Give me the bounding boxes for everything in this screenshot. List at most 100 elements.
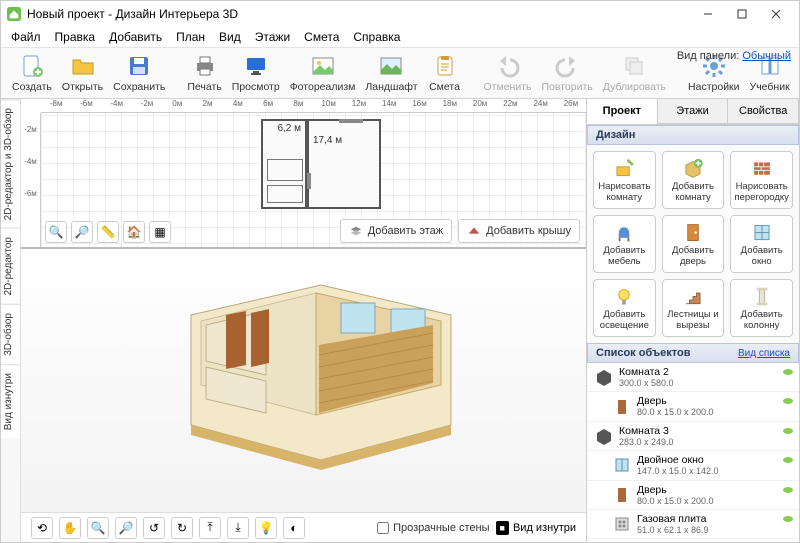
monitor-icon <box>243 53 269 79</box>
view-panel-link[interactable]: Обычный <box>742 50 791 62</box>
rotate-r-icon[interactable]: ↻ <box>171 517 193 539</box>
zoom-out-3d[interactable]: 🔎 <box>115 517 137 539</box>
object-dims: 51.0 x 62.1 x 86.9 <box>637 525 709 535</box>
object-dims: 80.0 x 15.0 x 200.0 <box>637 407 714 417</box>
pencil-room-icon <box>613 158 635 179</box>
menu-view[interactable]: Вид <box>213 28 247 46</box>
tilt-up-icon[interactable]: ⤒ <box>199 517 221 539</box>
save-button[interactable]: Сохранить <box>108 50 170 96</box>
room-icon <box>595 368 613 386</box>
tab-floors[interactable]: Этажи <box>657 98 729 124</box>
orbit-icon[interactable]: ⟲ <box>31 517 53 539</box>
objects-header: Список объектов Вид списка <box>587 343 799 363</box>
box-plus-icon <box>682 158 704 179</box>
menu-estimate[interactable]: Смета <box>298 28 345 46</box>
room-icon <box>595 427 613 445</box>
view-panel-text: Вид панели: <box>677 50 739 62</box>
window-icon <box>751 222 773 243</box>
home-icon[interactable]: 🏠 <box>123 221 145 243</box>
visibility-toggle[interactable] <box>783 457 793 463</box>
viewtab-inside[interactable]: Вид изнутри <box>1 364 20 438</box>
room-area-b: 17,4 м <box>313 135 375 146</box>
redo-icon <box>554 53 580 79</box>
object-name: Дверь <box>637 395 714 407</box>
maximize-button[interactable] <box>725 3 759 25</box>
redo-button[interactable]: Повторить <box>537 50 598 96</box>
rotate-l-icon[interactable]: ↺ <box>143 517 165 539</box>
photoreal-button[interactable]: Фотореализм <box>285 50 361 96</box>
inside-view-button[interactable]: ■Вид изнутри <box>496 521 576 535</box>
visibility-toggle[interactable] <box>783 369 793 375</box>
card-add-window[interactable]: Добавить окно <box>730 215 793 273</box>
print-button[interactable]: Печать <box>182 50 226 96</box>
menu-plan[interactable]: План <box>170 28 211 46</box>
object-item[interactable]: Дверь80.0 x 15.0 x 200.0 <box>587 392 799 421</box>
pane-2d[interactable]: -8м-6м-4м-2м0м2м4м6м8м10м12м14м16м18м20м… <box>21 99 586 249</box>
object-item[interactable]: Комната 2300.0 x 580.0 <box>587 363 799 392</box>
object-item[interactable]: Газовая плита51.0 x 62.1 x 86.9 <box>587 510 799 539</box>
zoom-in-3d[interactable]: 🔍 <box>87 517 109 539</box>
visibility-toggle[interactable] <box>783 516 793 522</box>
open-button[interactable]: Открыть <box>57 50 108 96</box>
menu-help[interactable]: Справка <box>347 28 406 46</box>
menu-floors[interactable]: Этажи <box>249 28 296 46</box>
minimize-button[interactable] <box>691 3 725 25</box>
zoom-out-2d[interactable]: 🔎 <box>71 221 93 243</box>
viewtab-2d[interactable]: 2D-редактор <box>1 228 20 304</box>
light-icon[interactable]: 💡 <box>255 517 277 539</box>
transparent-walls-checkbox[interactable]: Прозрачные стены <box>377 522 489 534</box>
save-icon <box>126 53 152 79</box>
visibility-toggle[interactable] <box>783 398 793 404</box>
menu-add[interactable]: Добавить <box>103 28 168 46</box>
visibility-toggle[interactable] <box>783 487 793 493</box>
object-item[interactable]: Комната 7 <box>587 539 799 542</box>
card-add-column[interactable]: Добавить колонну <box>730 279 793 337</box>
objects-view-link[interactable]: Вид списка <box>738 348 790 359</box>
card-add-room[interactable]: Добавить комнату <box>662 151 725 209</box>
tab-properties[interactable]: Свойства <box>727 98 799 124</box>
window-icon <box>613 456 631 474</box>
picture-icon <box>310 53 336 79</box>
object-item[interactable]: Дверь80.0 x 15.0 x 200.0 <box>587 481 799 510</box>
menu-edit[interactable]: Правка <box>49 28 102 46</box>
view-button[interactable]: Просмотр <box>227 50 285 96</box>
object-item[interactable]: Комната 3283.0 x 249.0 <box>587 422 799 451</box>
object-dims: 147.0 x 15.0 x 142.0 <box>637 466 719 476</box>
camera-icon: ■ <box>496 521 509 535</box>
folder-open-icon <box>70 53 96 79</box>
grid-toggle[interactable]: ▦ <box>149 221 171 243</box>
objects-list[interactable]: Комната 2300.0 x 580.0Дверь80.0 x 15.0 x… <box>587 363 799 542</box>
zoom-in-2d[interactable]: 🔍 <box>45 221 67 243</box>
card-add-furniture[interactable]: Добавить мебель <box>593 215 656 273</box>
object-dims: 283.0 x 249.0 <box>619 437 674 447</box>
card-stairs-cuts[interactable]: Лестницы и вырезы <box>662 279 725 337</box>
viewtab-combined[interactable]: 2D-редактор и 3D-обзор <box>1 99 20 228</box>
landscape-icon <box>378 53 404 79</box>
add-roof-button[interactable]: Добавить крышу <box>458 219 580 243</box>
object-name: Дверь <box>637 484 714 496</box>
card-add-door[interactable]: Добавить дверь <box>662 215 725 273</box>
tab-project[interactable]: Проект <box>586 98 658 124</box>
visibility-toggle[interactable] <box>783 428 793 434</box>
landscape-button[interactable]: Ландшафт <box>360 50 422 96</box>
toolbar-2d: 🔍 🔎 📏 🏠 ▦ <box>45 221 171 243</box>
estimate-button[interactable]: Смета <box>423 50 467 96</box>
window-title: Новый проект - Дизайн Интерьера 3D <box>27 7 238 21</box>
menu-file[interactable]: Файл <box>5 28 47 46</box>
pane-3d[interactable]: ⟲ ✋ 🔍 🔎 ↺ ↻ ⤒ ⤓ 💡 ◐ Прозрачные стены ■Ви… <box>21 249 586 542</box>
undo-button[interactable]: Отменить <box>479 50 537 96</box>
measure-icon[interactable]: 📏 <box>97 221 119 243</box>
add-floor-button[interactable]: Добавить этаж <box>340 219 452 243</box>
tilt-down-icon[interactable]: ⤓ <box>227 517 249 539</box>
titlebar: Новый проект - Дизайн Интерьера 3D <box>1 1 799 27</box>
duplicate-button[interactable]: Дублировать <box>598 50 671 96</box>
card-draw-partition[interactable]: Нарисовать перегородку <box>730 151 793 209</box>
viewtab-3d[interactable]: 3D-обзор <box>1 304 20 364</box>
object-item[interactable]: Двойное окно147.0 x 15.0 x 142.0 <box>587 451 799 480</box>
shadow-icon[interactable]: ◐ <box>283 517 305 539</box>
close-button[interactable] <box>759 3 793 25</box>
card-add-lighting[interactable]: Добавить освещение <box>593 279 656 337</box>
pan-icon[interactable]: ✋ <box>59 517 81 539</box>
card-draw-room[interactable]: Нарисовать комнату <box>593 151 656 209</box>
create-button[interactable]: Создать <box>7 50 57 96</box>
